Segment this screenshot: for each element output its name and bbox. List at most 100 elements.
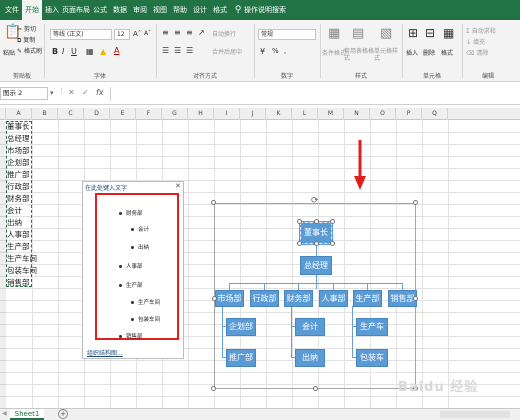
pane-item[interactable]: 生产车间 [131,298,160,306]
menu-home[interactable]: 开始 [22,0,42,20]
grow-font-icon[interactable]: Aˆ [133,30,141,38]
org-chart-link[interactable]: 组织结构图... [87,348,123,357]
col-header[interactable]: D [84,108,110,120]
paste-button[interactable]: 粘贴 [3,48,15,57]
table-format-icon[interactable]: ▤ [352,26,364,41]
cell-a8[interactable]: 会计 [7,205,31,217]
menu-page-layout[interactable]: 页面布局 [62,0,90,20]
cell-a7[interactable]: 财务部 [7,193,31,205]
formula-input[interactable] [110,87,520,101]
row-header[interactable] [0,361,6,373]
menu-review[interactable]: 审阅 [130,0,150,20]
font-color-icon[interactable]: A [114,46,119,55]
format-cells-button[interactable]: 格式 [441,48,453,57]
font-size-select[interactable]: 12 [114,29,130,40]
autosum-button[interactable]: Σ 自动求和 [466,26,496,35]
col-header[interactable]: K [266,108,292,120]
menu-formulas[interactable]: 公式 [90,0,110,20]
confirm-icon[interactable]: ✓ [82,88,89,97]
col-header[interactable]: I [214,108,240,120]
resize-handle[interactable] [314,219,319,224]
pane-item[interactable]: 销售部 [119,332,143,340]
col-header[interactable]: F [136,108,162,120]
row-header[interactable] [0,337,6,349]
align-bottom-icon[interactable]: ≡ [186,28,193,37]
close-icon[interactable]: ✕ [175,182,181,190]
cell-a3[interactable]: 市场部 [7,145,31,157]
number-format-select[interactable]: 常规 [258,29,316,40]
resize-handle[interactable] [211,200,216,205]
menu-help[interactable]: 帮助 [170,0,190,20]
cell-a1[interactable]: 董事长 [7,121,31,133]
tell-me-search[interactable]: 操作说明搜索 [244,0,294,20]
rotate-handle-icon[interactable]: ⟳ [311,196,319,206]
underline-icon[interactable]: U [71,47,77,56]
menu-file[interactable]: 文件 [2,0,22,20]
resize-handle[interactable] [413,200,418,205]
align-top-icon[interactable]: ≡ [162,28,169,37]
row-header[interactable] [0,385,6,397]
wrap-text-button[interactable]: 自动换行 [212,29,236,38]
align-right-icon[interactable]: ☰ [186,46,193,55]
resize-handle[interactable] [212,296,217,301]
col-header[interactable]: A [6,108,32,120]
align-center-icon[interactable]: ☰ [174,46,181,55]
currency-icon[interactable]: ¥ [260,47,265,56]
col-header[interactable]: J [240,108,266,120]
org-box-sub[interactable]: 出纳 [295,349,325,367]
fill-button[interactable]: ↓ 填充 [466,37,485,46]
bold-icon[interactable]: B [52,47,58,56]
percent-icon[interactable]: % [272,47,279,55]
org-box-department[interactable]: 市场部 [215,290,244,307]
col-header[interactable]: M [318,108,344,120]
org-box-sub[interactable]: 会计 [295,318,325,336]
row-header[interactable] [0,325,6,337]
resize-handle[interactable] [297,241,302,246]
name-box-dropdown-icon[interactable]: ▾ [50,89,54,97]
menu-insert[interactable]: 插入 [42,0,62,20]
orientation-icon[interactable]: ↗ [198,28,205,37]
menu-format[interactable]: 格式 [210,0,230,20]
org-box-department[interactable]: 人事部 [319,290,348,307]
resize-handle[interactable] [330,241,335,246]
pane-item[interactable]: 财务部 [119,209,143,217]
org-box-general-manager[interactable]: 总经理 [300,256,332,275]
delete-cells-button[interactable]: 删除 [423,48,435,57]
org-box-sub[interactable]: 企划部 [226,318,256,336]
sheet-tab-active[interactable]: Sheet1 [10,409,44,420]
org-box-department[interactable]: 财务部 [284,290,313,307]
resize-handle[interactable] [314,241,319,246]
cell-a2[interactable]: 总经理 [7,133,31,145]
col-header[interactable]: Q [422,108,448,120]
format-painter-button[interactable]: ✎ 格式刷 [17,46,42,55]
cell-styles-button[interactable]: 单元格样式 [374,48,400,62]
pane-item[interactable]: 会计 [131,225,149,233]
menu-design[interactable]: 设计 [190,0,210,20]
merge-center-button[interactable]: 合并后居中 [212,47,242,56]
row-header[interactable] [0,349,6,361]
format-as-table-button[interactable]: 套用表格格式 [344,48,374,62]
border-icon[interactable]: ▦ [86,47,94,56]
menu-view[interactable]: 视图 [150,0,170,20]
horizontal-scrollbar[interactable] [440,411,510,418]
row-header[interactable] [0,373,6,385]
copy-button[interactable]: ⧉ 复制 [17,35,35,45]
italic-icon[interactable]: I [62,47,64,56]
col-header[interactable]: L [292,108,318,120]
col-header[interactable]: B [32,108,58,120]
resize-handle[interactable] [330,219,335,224]
row-header[interactable] [0,289,6,301]
add-sheet-button[interactable]: + [58,409,68,419]
col-header[interactable]: N [344,108,370,120]
col-header[interactable]: H [188,108,214,120]
conditional-format-icon[interactable]: ▦ [328,26,340,41]
org-box-sub[interactable]: 包装车间 [356,349,388,378]
org-box-department[interactable]: 生产部 [353,290,382,307]
delete-cells-icon[interactable]: ⊟ [425,26,435,40]
format-cells-icon[interactable]: ▦ [443,26,454,40]
pane-item[interactable]: 人事部 [119,262,143,270]
conditional-format-button[interactable]: 条件格式 [322,48,346,57]
org-box-sub[interactable]: 生产车间 [356,318,388,347]
row-header[interactable] [0,313,6,325]
font-name-select[interactable]: 等线 (正文) [50,29,112,40]
